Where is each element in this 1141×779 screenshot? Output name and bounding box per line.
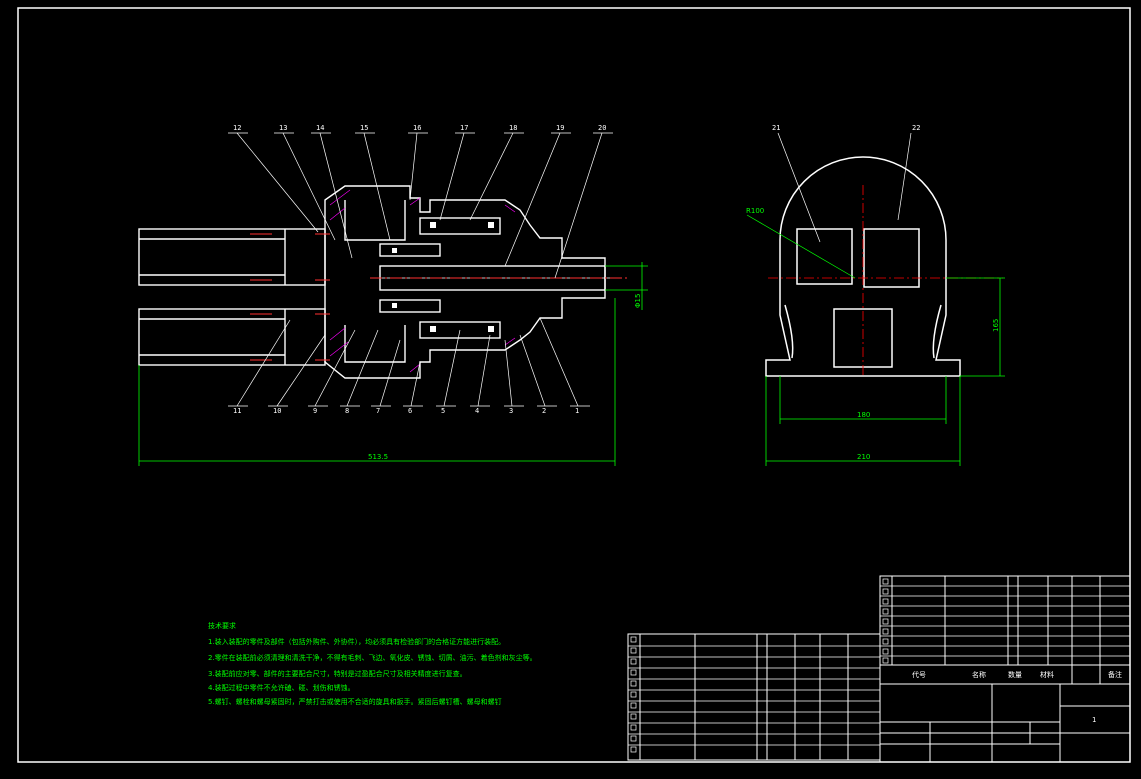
balloon-14: 14 bbox=[316, 124, 324, 132]
balloon-6: 6 bbox=[408, 407, 412, 415]
balloon-7: 7 bbox=[376, 407, 380, 415]
balloon-8: 8 bbox=[345, 407, 349, 415]
dim-overall-length: 513.5 bbox=[368, 453, 388, 461]
tech-note-1: 1.装入装配的零件及部件（包括外购件、外协件），均必须具有检验部门的合格证方能进… bbox=[208, 638, 506, 646]
bom-seq-boxes bbox=[630, 578, 889, 753]
balloon-10: 10 bbox=[273, 407, 281, 415]
leader-lines-side bbox=[746, 132, 912, 279]
bom-table-left bbox=[627, 633, 881, 761]
bom-header-name: 名称 bbox=[972, 670, 986, 679]
dim-base-width: 210 bbox=[857, 453, 870, 461]
bom-header-qty: 数量 bbox=[1008, 670, 1022, 679]
balloon-16: 16 bbox=[413, 124, 421, 132]
tech-note-5: 5.螺钉、螺栓和螺母紧固时，严禁打击或使用不合适的旋具和扳手。紧固后螺钉槽、螺母… bbox=[208, 698, 502, 706]
drawing-border bbox=[17, 7, 1131, 763]
balloon-17: 17 bbox=[460, 124, 468, 132]
balloon-4: 4 bbox=[475, 407, 479, 415]
tech-note-4: 4.装配过程中零件不允许磕、碰、划伤和锈蚀。 bbox=[208, 684, 355, 692]
dim-radius: R100 bbox=[746, 207, 764, 215]
balloon-9: 9 bbox=[313, 407, 317, 415]
sheet-number: 1 bbox=[1092, 716, 1096, 724]
front-section-view bbox=[138, 185, 615, 379]
bom-table-right-rows bbox=[880, 585, 1130, 657]
balloon-18: 18 bbox=[509, 124, 517, 132]
balloon-3: 3 bbox=[509, 407, 513, 415]
bom-header-material: 材料 bbox=[1040, 670, 1054, 679]
bom-table-left-rows bbox=[628, 645, 880, 746]
bom-header-remark: 备注 bbox=[1108, 670, 1122, 679]
dim-height: 165 bbox=[992, 319, 1000, 332]
tech-note-2: 2.零件在装配前必须清理和清洗干净，不得有毛刺、飞边、氧化皮、锈蚀、切屑、油污、… bbox=[208, 654, 537, 662]
leader-lines-bottom bbox=[236, 317, 579, 407]
balloon-1: 1 bbox=[575, 407, 579, 415]
dim-shaft-diameter: Φ15 bbox=[634, 294, 642, 308]
side-view-centerlines bbox=[768, 185, 1003, 378]
bom-header-code: 代号 bbox=[912, 670, 926, 679]
balloon-2: 2 bbox=[542, 407, 546, 415]
balloon-19: 19 bbox=[556, 124, 564, 132]
balloon-21: 21 bbox=[772, 124, 780, 132]
balloon-13: 13 bbox=[279, 124, 287, 132]
tech-notes-title: 技术要求 bbox=[208, 622, 236, 630]
balloon-5: 5 bbox=[441, 407, 445, 415]
balloon-20: 20 bbox=[598, 124, 606, 132]
tech-note-3: 3.装配前应对零、部件的主要配合尺寸，特别是过盈配合尺寸及相关精度进行复查。 bbox=[208, 670, 467, 678]
balloon-12: 12 bbox=[233, 124, 241, 132]
balloon-11: 11 bbox=[233, 407, 241, 415]
bom-table-right bbox=[879, 575, 1131, 763]
bearing-balls bbox=[392, 222, 494, 332]
balloon-numbers-bottom: 11 10 9 8 7 6 5 4 3 2 1 bbox=[233, 407, 579, 415]
balloon-15: 15 bbox=[360, 124, 368, 132]
balloon-22: 22 bbox=[912, 124, 920, 132]
cad-drawing: 12 13 14 15 16 17 18 19 20 11 10 9 8 7 6… bbox=[17, 7, 1131, 763]
dim-inner-width: 180 bbox=[857, 411, 870, 419]
dimension-overall-length bbox=[138, 298, 616, 466]
balloon-numbers-top: 12 13 14 15 16 17 18 19 20 bbox=[233, 124, 606, 132]
